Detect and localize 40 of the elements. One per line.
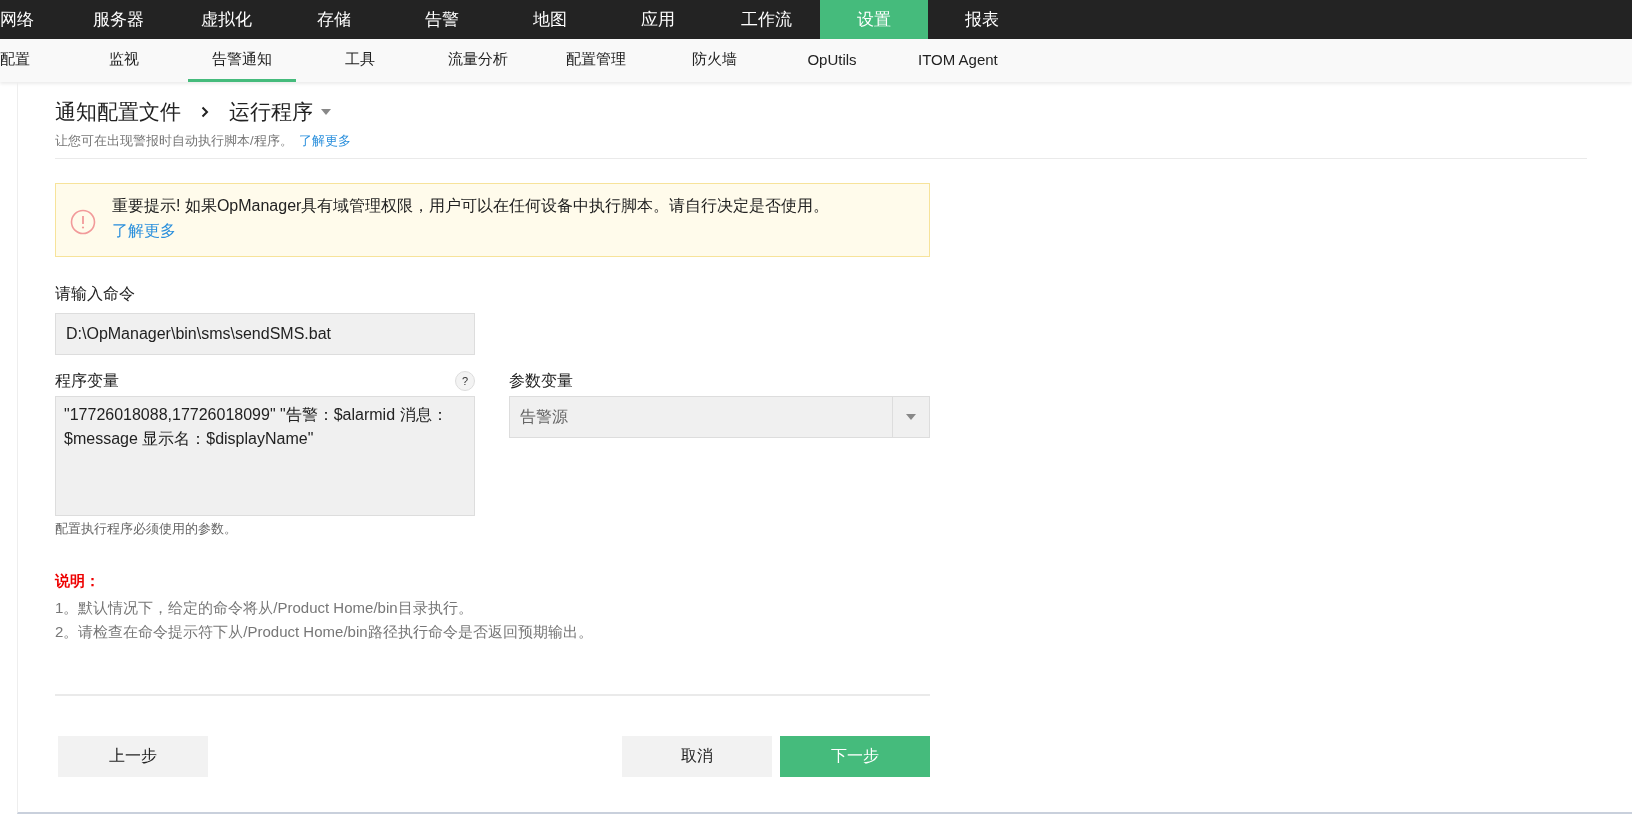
- page-description: 让您可在出现警报时自动执行脚本/程序。: [55, 132, 293, 150]
- sub-nav-tab[interactable]: 告警通知: [188, 39, 296, 82]
- sub-nav-tab[interactable]: 配置管理: [542, 39, 650, 82]
- field-label: 参数变量: [509, 370, 574, 391]
- note-text: 1。默认情况下，给定的命令将从/Product Home/bin目录执行。: [55, 598, 474, 618]
- sub-nav-tab[interactable]: 流量分析: [424, 39, 532, 82]
- back-button[interactable]: 上一步: [58, 736, 208, 777]
- learn-more-link[interactable]: 了解更多: [298, 132, 351, 150]
- caret-down-icon[interactable]: [321, 109, 331, 115]
- sub-nav-tab[interactable]: 工具: [306, 39, 414, 82]
- parameter-variables-dropdown[interactable]: 告警源: [509, 396, 930, 438]
- main-nav-tab[interactable]: 虚拟化: [172, 0, 280, 39]
- cancel-button[interactable]: 取消: [622, 736, 772, 777]
- main-nav-tab[interactable]: 网络: [0, 0, 64, 39]
- main-nav-tab[interactable]: 服务器: [64, 0, 172, 39]
- help-button[interactable]: ?: [455, 371, 475, 391]
- page-title: 运行程序: [229, 99, 313, 125]
- sub-nav-tab[interactable]: ITOM Agent: [896, 39, 1020, 82]
- main-nav-tab[interactable]: 地图: [496, 0, 604, 39]
- main-nav-tab[interactable]: 存储: [280, 0, 388, 39]
- breadcrumb-link[interactable]: 通知配置文件: [55, 98, 181, 126]
- warning-text: 重要提示! 如果OpManager具有域管理权限，用户可以在任何设备中执行脚本。请自行决定是否使用。: [112, 196, 830, 216]
- main-nav-tab[interactable]: 工作流: [712, 0, 820, 39]
- program-variables-textarea[interactable]: "17726018088,17726018099" "告警：$alarmid 消息：$message 显示名：$displayName": [55, 396, 475, 516]
- exclamation-circle-icon: [70, 209, 96, 235]
- chevron-right-icon: [201, 106, 209, 118]
- main-nav-tab[interactable]: 报表: [928, 0, 1036, 39]
- main-nav-tab[interactable]: 告警: [388, 0, 496, 39]
- main-nav-tab[interactable]: 应用: [604, 0, 712, 39]
- sub-nav-tab[interactable]: 配置: [0, 39, 50, 82]
- sub-nav-tab[interactable]: OpUtils: [778, 39, 886, 82]
- field-hint: 配置执行程序必须使用的参数。: [55, 520, 238, 538]
- field-label: 请输入命令: [55, 284, 136, 304]
- note-text: 2。请检查在命令提示符下从/Product Home/bin路径执行命令是否返回预期输出。: [55, 622, 594, 642]
- sub-nav-tab[interactable]: 监视: [70, 39, 178, 82]
- command-input[interactable]: D:\OpManager\bin\sms\sendSMS.bat: [55, 313, 475, 355]
- field-label: 程序变量: [55, 370, 119, 391]
- sub-nav-tab[interactable]: 防火墙: [660, 39, 768, 82]
- caret-down-icon: [906, 414, 916, 420]
- notes-title: 说明：: [55, 572, 101, 591]
